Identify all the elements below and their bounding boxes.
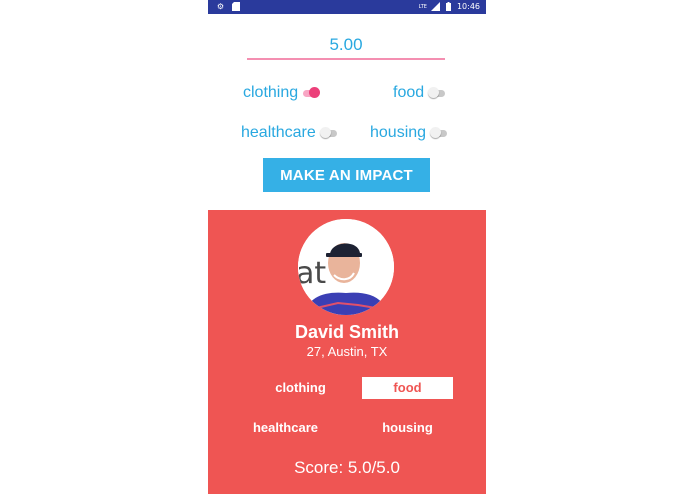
toggle-healthcare[interactable]: healthcare	[241, 124, 338, 142]
category-healthcare: healthcare	[252, 420, 319, 435]
profile-card: at David Smith 27, Austin, TX clothing f…	[208, 210, 486, 494]
housing-switch[interactable]	[430, 127, 448, 139]
toggle-food[interactable]: food	[393, 84, 446, 102]
category-food: food	[362, 377, 453, 399]
toggle-label: housing	[370, 124, 427, 141]
toggle-label: food	[393, 84, 425, 101]
category-clothing: clothing	[275, 380, 326, 395]
toggle-label: clothing	[243, 84, 299, 101]
gear-icon: ⚙	[216, 2, 225, 11]
toggle-label: healthcare	[241, 124, 316, 141]
lte-signal-icon	[430, 2, 440, 11]
battery-icon	[444, 2, 453, 11]
category-housing: housing	[382, 420, 433, 435]
svg-text:at: at	[298, 256, 326, 291]
status-bar: ⚙ LTE 10:46	[208, 0, 486, 14]
score-text: Score: 5.0/5.0	[294, 458, 400, 477]
toggle-housing[interactable]: housing	[370, 124, 448, 142]
toggle-clothing[interactable]: clothing	[243, 84, 321, 102]
amount-input[interactable]: 5.00	[247, 34, 445, 60]
make-impact-button[interactable]: MAKE AN IMPACT	[263, 158, 430, 192]
profile-details: 27, Austin, TX	[306, 344, 388, 359]
food-switch[interactable]	[428, 87, 446, 99]
clothing-switch[interactable]	[302, 87, 321, 99]
profile-name: David Smith	[294, 322, 400, 342]
avatar: at	[298, 219, 394, 315]
phone-screen: ⚙ LTE 10:46 5.00 clothing food healthcar…	[208, 0, 486, 494]
network-label: LTE	[418, 3, 427, 10]
clock: 10:46	[456, 2, 480, 11]
healthcare-switch[interactable]	[319, 127, 338, 139]
sd-card-icon	[231, 2, 240, 11]
